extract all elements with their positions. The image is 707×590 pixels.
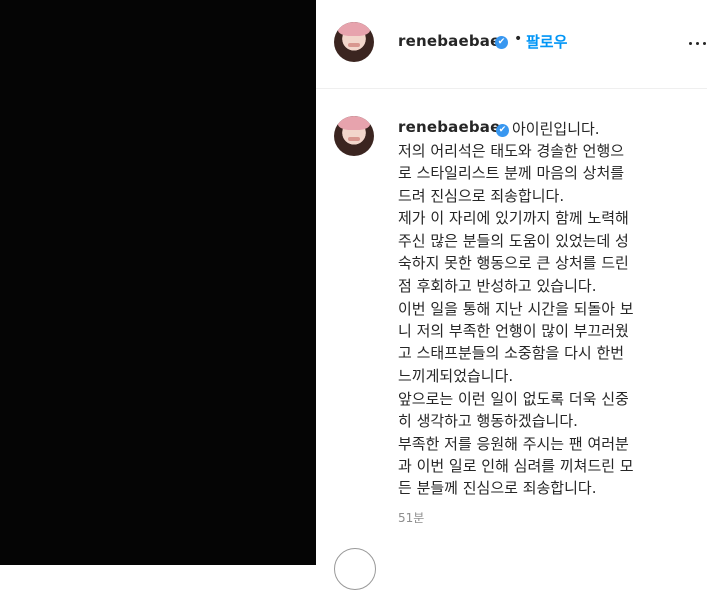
caption-line: 아이린입니다. [512, 120, 600, 138]
next-comment-avatar[interactable] [334, 548, 376, 590]
caption-line: 점 후회하고 반성하고 있습니다. [398, 277, 597, 295]
caption-line: 이번 일을 통해 지난 시간을 되돌아 보 [398, 300, 634, 318]
header-username[interactable]: renebaebae [398, 32, 501, 50]
caption-line: 앞으로는 이런 일이 없도록 더욱 신중 [398, 390, 629, 408]
caption-line: 느끼게되었습니다. [398, 367, 514, 385]
post-header: renebaebae ✔ • 팔로우 [316, 0, 707, 89]
caption-line: 니 저의 부족한 언행이 많이 부끄러웠 [398, 322, 629, 340]
caption-line: 숙하지 못한 행동으로 큰 상처를 드린 [398, 254, 629, 272]
caption-verified-badge-icon: ✔ [496, 124, 509, 137]
follow-button[interactable]: 팔로우 [526, 31, 567, 52]
caption-line: 고 스태프분들의 소중함을 다시 한번 [398, 344, 625, 362]
caption-line: 부족한 저를 응원해 주시는 팬 여러분 [398, 435, 629, 453]
caption-avatar[interactable] [334, 116, 374, 156]
caption-line: 저의 어리석은 태도와 경솔한 언행으 [398, 142, 625, 160]
post-media[interactable] [0, 0, 316, 565]
caption-line: 제가 이 자리에 있기까지 함께 노력해 [398, 209, 629, 227]
caption-line: 과 이번 일로 인해 심려를 끼쳐드린 모 [398, 457, 634, 475]
caption-line: 주신 많은 분들의 도움이 있었는데 성 [398, 232, 629, 250]
post-timestamp[interactable]: 51분 [398, 509, 424, 526]
caption-line: 든 분들께 진심으로 죄송합니다. [398, 479, 597, 497]
separator-dot: • [514, 31, 523, 47]
profile-avatar[interactable] [334, 22, 374, 62]
post-side-panel: renebaebae ✔ • 팔로우 renebaebae ✔ 아이린입니다. … [316, 0, 707, 590]
more-options-icon[interactable] [689, 42, 707, 46]
caption-line: 히 생각하고 행동하겠습니다. [398, 412, 578, 430]
caption-username[interactable]: renebaebae [398, 118, 501, 136]
caption-line: 드려 진심으로 죄송합니다. [398, 187, 565, 205]
verified-badge-icon: ✔ [495, 36, 508, 49]
caption-line: 로 스타일리스트 분께 마음의 상처를 [398, 164, 625, 182]
